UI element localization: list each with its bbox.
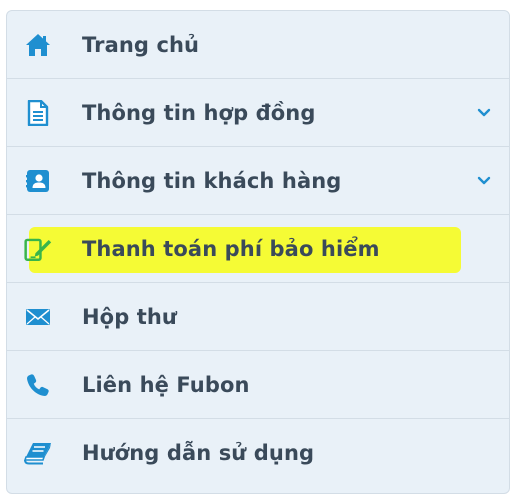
book-icon [24, 439, 52, 467]
home-icon [24, 31, 52, 59]
contact-card-icon [24, 167, 52, 195]
menu-item-hop-thu[interactable]: Hộp thư [7, 283, 509, 351]
menu-item-label: Liên hệ Fubon [82, 372, 250, 397]
menu-item-label: Thông tin khách hàng [82, 168, 342, 193]
chevron-down-icon[interactable] [477, 108, 491, 118]
menu-item-label: Thanh toán phí bảo hiểm [82, 236, 380, 261]
menu-item-label: Hộp thư [82, 304, 177, 329]
menu-item-label: Thông tin hợp đồng [82, 100, 316, 125]
mobile-payment-icon [24, 235, 52, 263]
phone-icon [24, 371, 52, 399]
menu-item-trang-chu[interactable]: Trang chủ [7, 11, 509, 79]
sidebar-menu: Trang chủ Thông tin hợp đồng Thông tin k… [6, 10, 510, 494]
menu-item-thanh-toan-phi-bao-hiem[interactable]: Thanh toán phí bảo hiểm [7, 215, 509, 283]
menu-item-label: Hướng dẫn sử dụng [82, 441, 315, 465]
menu-item-huong-dan-su-dung[interactable]: Hướng dẫn sử dụng [7, 419, 509, 487]
menu-item-thong-tin-hop-dong[interactable]: Thông tin hợp đồng [7, 79, 509, 147]
envelope-icon [24, 303, 52, 331]
chevron-down-icon[interactable] [477, 176, 491, 186]
menu-item-lien-he-fubon[interactable]: Liên hệ Fubon [7, 351, 509, 419]
menu-item-thong-tin-khach-hang[interactable]: Thông tin khách hàng [7, 147, 509, 215]
menu-item-label: Trang chủ [82, 32, 200, 57]
document-icon [24, 99, 52, 127]
